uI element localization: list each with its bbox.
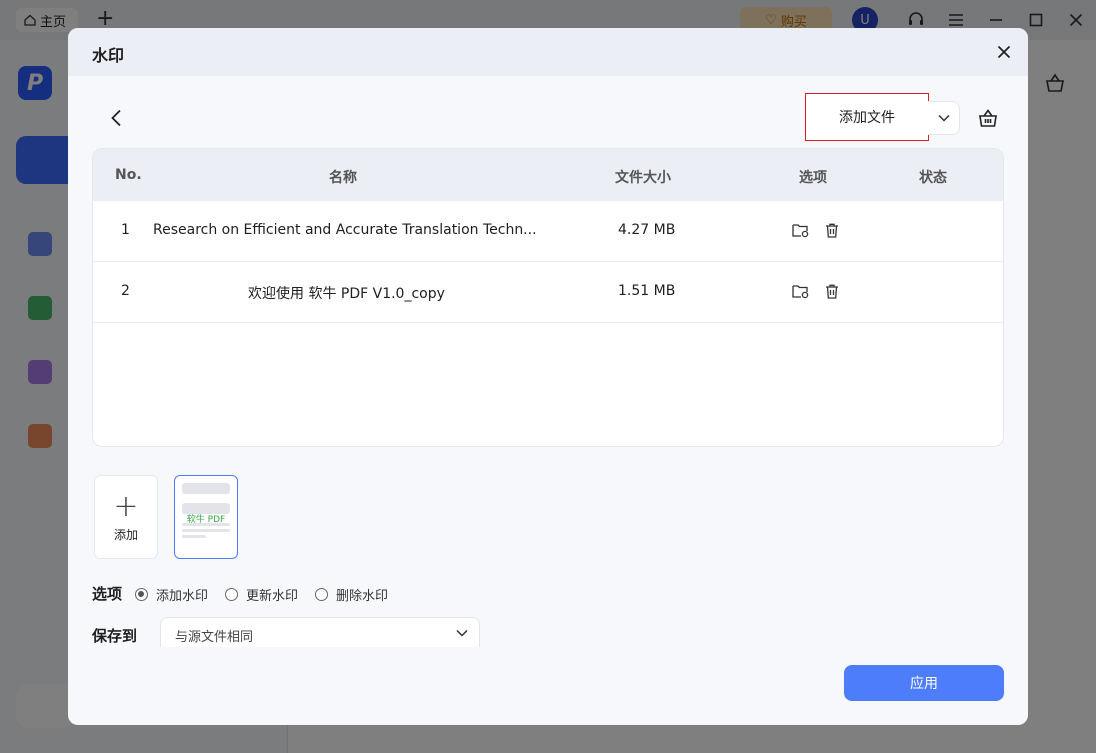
save-to-value: 与源文件相同 <box>175 630 254 645</box>
radio-dot <box>315 588 328 601</box>
save-to-label: 保存到 <box>92 627 138 645</box>
watermark-dialog: 水印 添加文件 No. 名称 文件大小 选项 状态 1 Research on … <box>68 28 1028 725</box>
back-icon[interactable] <box>104 106 128 130</box>
row-no: 1 <box>121 222 130 238</box>
template-preview-line <box>182 535 206 538</box>
chevron-down-icon <box>456 629 468 637</box>
radio-update-watermark[interactable]: 更新水印 <box>225 585 298 604</box>
table-row[interactable]: 2 欢迎使用 软牛 PDF V1.0_copy 1.51 MB <box>93 262 1003 323</box>
col-name: 名称 <box>329 170 357 186</box>
folder-settings-icon[interactable] <box>791 221 809 239</box>
radio-label: 删除水印 <box>336 589 389 604</box>
watermark-template-card[interactable]: 软牛 PDF <box>174 475 238 559</box>
chevron-down-icon <box>937 114 950 122</box>
row-no: 2 <box>121 283 130 299</box>
col-status: 状态 <box>919 170 947 186</box>
dialog-title: 水印 <box>92 46 125 65</box>
radio-dot-selected <box>135 588 148 601</box>
apply-button[interactable]: 应用 <box>844 665 1004 701</box>
col-options: 选项 <box>799 170 827 186</box>
col-size: 文件大小 <box>615 170 671 186</box>
row-size: 1.51 MB <box>618 283 676 299</box>
dialog-header: 水印 <box>68 28 1028 76</box>
radio-dot <box>225 588 238 601</box>
template-preview-line <box>182 529 230 532</box>
table-header: No. 名称 文件大小 选项 状态 <box>93 149 1003 201</box>
template-preview-bar <box>182 483 230 494</box>
row-name: 欢迎使用 软牛 PDF V1.0_copy <box>248 286 445 302</box>
delete-icon[interactable] <box>823 221 841 239</box>
folder-settings-icon[interactable] <box>791 282 809 300</box>
close-icon[interactable] <box>992 40 1016 64</box>
add-template-button[interactable]: + 添加 <box>94 475 158 559</box>
radio-label: 更新水印 <box>246 589 299 604</box>
template-preview-line <box>182 523 230 526</box>
options-label: 选项 <box>92 585 123 603</box>
col-no: No. <box>115 167 142 183</box>
add-file-button[interactable]: 添加文件 <box>805 93 929 141</box>
clear-all-basket-icon[interactable] <box>976 106 1000 130</box>
add-template-label: 添加 <box>113 527 138 542</box>
radio-label: 添加水印 <box>156 589 209 604</box>
radio-delete-watermark[interactable]: 删除水印 <box>315 585 388 604</box>
add-file-dropdown[interactable] <box>928 101 960 135</box>
row-size: 4.27 MB <box>618 222 676 238</box>
table-row[interactable]: 1 Research on Efficient and Accurate Tra… <box>93 201 1003 262</box>
delete-icon[interactable] <box>823 282 841 300</box>
row-name: Research on Efficient and Accurate Trans… <box>153 222 537 238</box>
save-to-select[interactable]: 与源文件相同 <box>160 617 480 647</box>
radio-add-watermark[interactable]: 添加水印 <box>135 585 208 604</box>
file-table: No. 名称 文件大小 选项 状态 1 Research on Efficien… <box>92 148 1004 447</box>
plus-icon: + <box>113 488 139 524</box>
